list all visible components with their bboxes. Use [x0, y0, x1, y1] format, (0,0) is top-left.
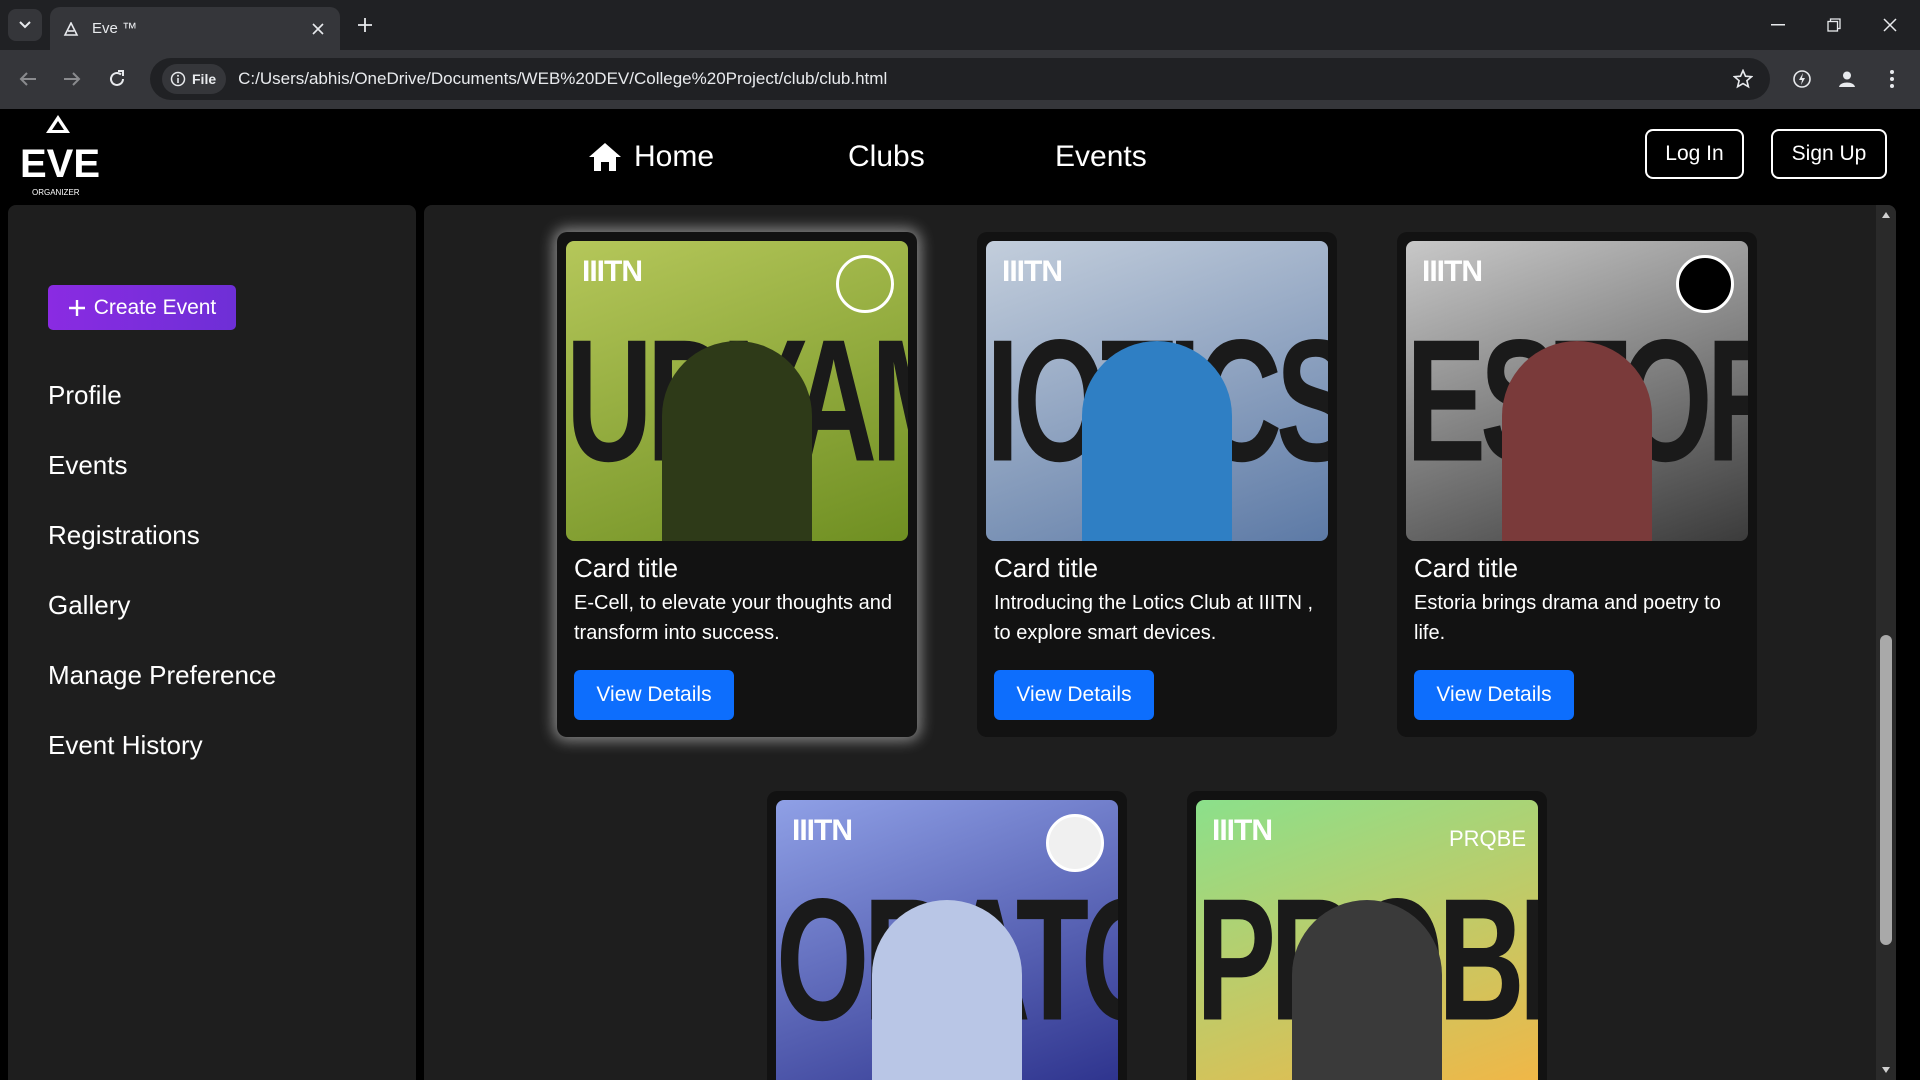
- forward-arrow-icon: [64, 72, 81, 86]
- reload-icon: [110, 70, 124, 86]
- eve-logo-icon: EVE ORGANIZER: [20, 115, 100, 197]
- club-cards-area: IIITN UDYAM Card title E-Cell, to elevat…: [424, 205, 1896, 1080]
- card-title: Card title: [1414, 553, 1519, 583]
- view-details-button[interactable]: View Details: [1414, 670, 1574, 720]
- poster-brand: IIITN: [1422, 255, 1483, 288]
- poster-brand: IIITN: [792, 814, 853, 847]
- poster-figure: [1292, 900, 1442, 1080]
- club-card: IIITN IOTICS Card title Introducing the …: [977, 232, 1337, 737]
- site-info-label: File: [192, 71, 217, 87]
- poster-brand: IIITN: [1212, 814, 1273, 847]
- club-card: IIITN ORATOR: [767, 791, 1127, 1080]
- reload-button[interactable]: [101, 63, 133, 95]
- card-text: Estoria brings drama and poetry to life.: [1414, 592, 1721, 644]
- nav-home-label: Home: [634, 140, 715, 173]
- poster-figure: [872, 900, 1022, 1080]
- minimize-icon: [1771, 24, 1785, 26]
- extension-icon: [1793, 70, 1811, 88]
- nav-clubs[interactable]: Clubs: [848, 109, 925, 205]
- browser-toolbar: File C:/Users/abhis/OneDrive/Documents/W…: [0, 50, 1920, 109]
- login-label: Log In: [1665, 142, 1724, 165]
- nav-events-label: Events: [1055, 140, 1147, 173]
- club-poster-image: IIITN ESTORIA: [1406, 241, 1748, 541]
- eve-logo[interactable]: EVE ORGANIZER: [18, 113, 102, 199]
- address-bar[interactable]: File C:/Users/abhis/OneDrive/Documents/W…: [150, 58, 1770, 100]
- scroll-down-arrow-icon[interactable]: [1881, 1066, 1891, 1074]
- poster-tag: PRQBE: [1448, 826, 1526, 851]
- tab-title: Eve ™: [92, 20, 138, 37]
- tab-search-button[interactable]: [8, 9, 42, 41]
- plus-icon: [68, 299, 85, 316]
- tab-close-icon[interactable]: [308, 19, 328, 39]
- site-info-chip[interactable]: File: [162, 64, 227, 94]
- nav-events[interactable]: Events: [1055, 109, 1147, 205]
- close-icon: [1883, 18, 1897, 32]
- club-card: IIITN ESTORIA Card title Estoria brings …: [1397, 232, 1757, 737]
- chevron-down-icon: [19, 21, 31, 29]
- scroll-thumb[interactable]: [1880, 635, 1892, 945]
- view-details-button[interactable]: View Details: [994, 670, 1154, 720]
- club-card: IIITN UDYAM Card title E-Cell, to elevat…: [557, 232, 917, 737]
- poster-figure: [1502, 341, 1652, 541]
- signup-label: Sign Up: [1791, 142, 1867, 165]
- tab-favicon-icon: [62, 20, 80, 38]
- view-details-button[interactable]: View Details: [574, 670, 734, 720]
- signup-button[interactable]: Sign Up: [1771, 129, 1887, 179]
- card-text: Introducing the Lotics Club at IIITN , t…: [994, 592, 1314, 644]
- create-event-label: Create Event: [93, 295, 217, 319]
- nav-clubs-label: Clubs: [848, 140, 925, 173]
- minimize-button[interactable]: [1750, 0, 1806, 50]
- create-event-button[interactable]: Create Event: [48, 285, 236, 330]
- restore-icon: [1827, 18, 1841, 32]
- more-vertical-icon: [1890, 70, 1894, 88]
- nav-home[interactable]: Home: [588, 109, 714, 205]
- site-header: EVE ORGANIZER Home Clubs Events Log In S…: [0, 109, 1920, 205]
- plus-icon: [358, 18, 372, 32]
- close-window-button[interactable]: [1862, 0, 1918, 50]
- extensions-button[interactable]: [1786, 63, 1818, 95]
- poster-figure: [1082, 341, 1232, 541]
- club-poster-image: IIITN PRQBE PROBE: [1196, 800, 1538, 1080]
- sidebar: Create Event Profile Events Registration…: [8, 205, 416, 1080]
- bookmark-star-icon[interactable]: [1728, 64, 1758, 94]
- club-poster-image: IIITN ORATOR: [776, 800, 1118, 1080]
- new-tab-button[interactable]: [352, 12, 378, 38]
- url-text[interactable]: C:/Users/abhis/OneDrive/Documents/WEB%20…: [238, 69, 1728, 89]
- browser-menu-button[interactable]: [1876, 63, 1908, 95]
- poster-brand: IIITN: [1002, 255, 1063, 288]
- poster-figure: [662, 341, 812, 541]
- profile-icon: [1839, 71, 1855, 87]
- club-card: IIITN PRQBE PROBE: [1187, 791, 1547, 1080]
- info-icon: [170, 71, 186, 87]
- poster-brand: IIITN: [582, 255, 643, 288]
- logo-text: EVE: [20, 142, 100, 186]
- sidebar-item-events[interactable]: Events: [48, 450, 128, 481]
- browser-tab[interactable]: Eve ™: [50, 7, 340, 50]
- back-button[interactable]: [12, 63, 44, 95]
- login-button[interactable]: Log In: [1645, 129, 1744, 179]
- scroll-up-arrow-icon[interactable]: [1881, 211, 1891, 219]
- logo-subtext: ORGANIZER: [32, 188, 80, 197]
- club-poster-image: IIITN UDYAM: [566, 241, 908, 541]
- profile-button[interactable]: [1831, 63, 1863, 95]
- sidebar-item-profile[interactable]: Profile: [48, 380, 122, 411]
- card-title: Card title: [574, 553, 679, 583]
- back-arrow-icon: [19, 72, 36, 86]
- sidebar-item-registrations[interactable]: Registrations: [48, 520, 200, 551]
- forward-button[interactable]: [56, 63, 88, 95]
- sidebar-item-manage-preference[interactable]: Manage Preference: [48, 660, 276, 691]
- card-text: E-Cell, to elevate your thoughts and tra…: [574, 592, 892, 644]
- sidebar-item-event-history[interactable]: Event History: [48, 730, 203, 761]
- restore-button[interactable]: [1806, 0, 1862, 50]
- home-icon: [589, 143, 621, 171]
- main-scrollbar[interactable]: [1876, 205, 1896, 1080]
- card-title: Card title: [994, 553, 1099, 583]
- browser-tab-bar: Eve ™: [0, 0, 1920, 50]
- sidebar-item-gallery[interactable]: Gallery: [48, 590, 130, 621]
- club-poster-image: IIITN IOTICS: [986, 241, 1328, 541]
